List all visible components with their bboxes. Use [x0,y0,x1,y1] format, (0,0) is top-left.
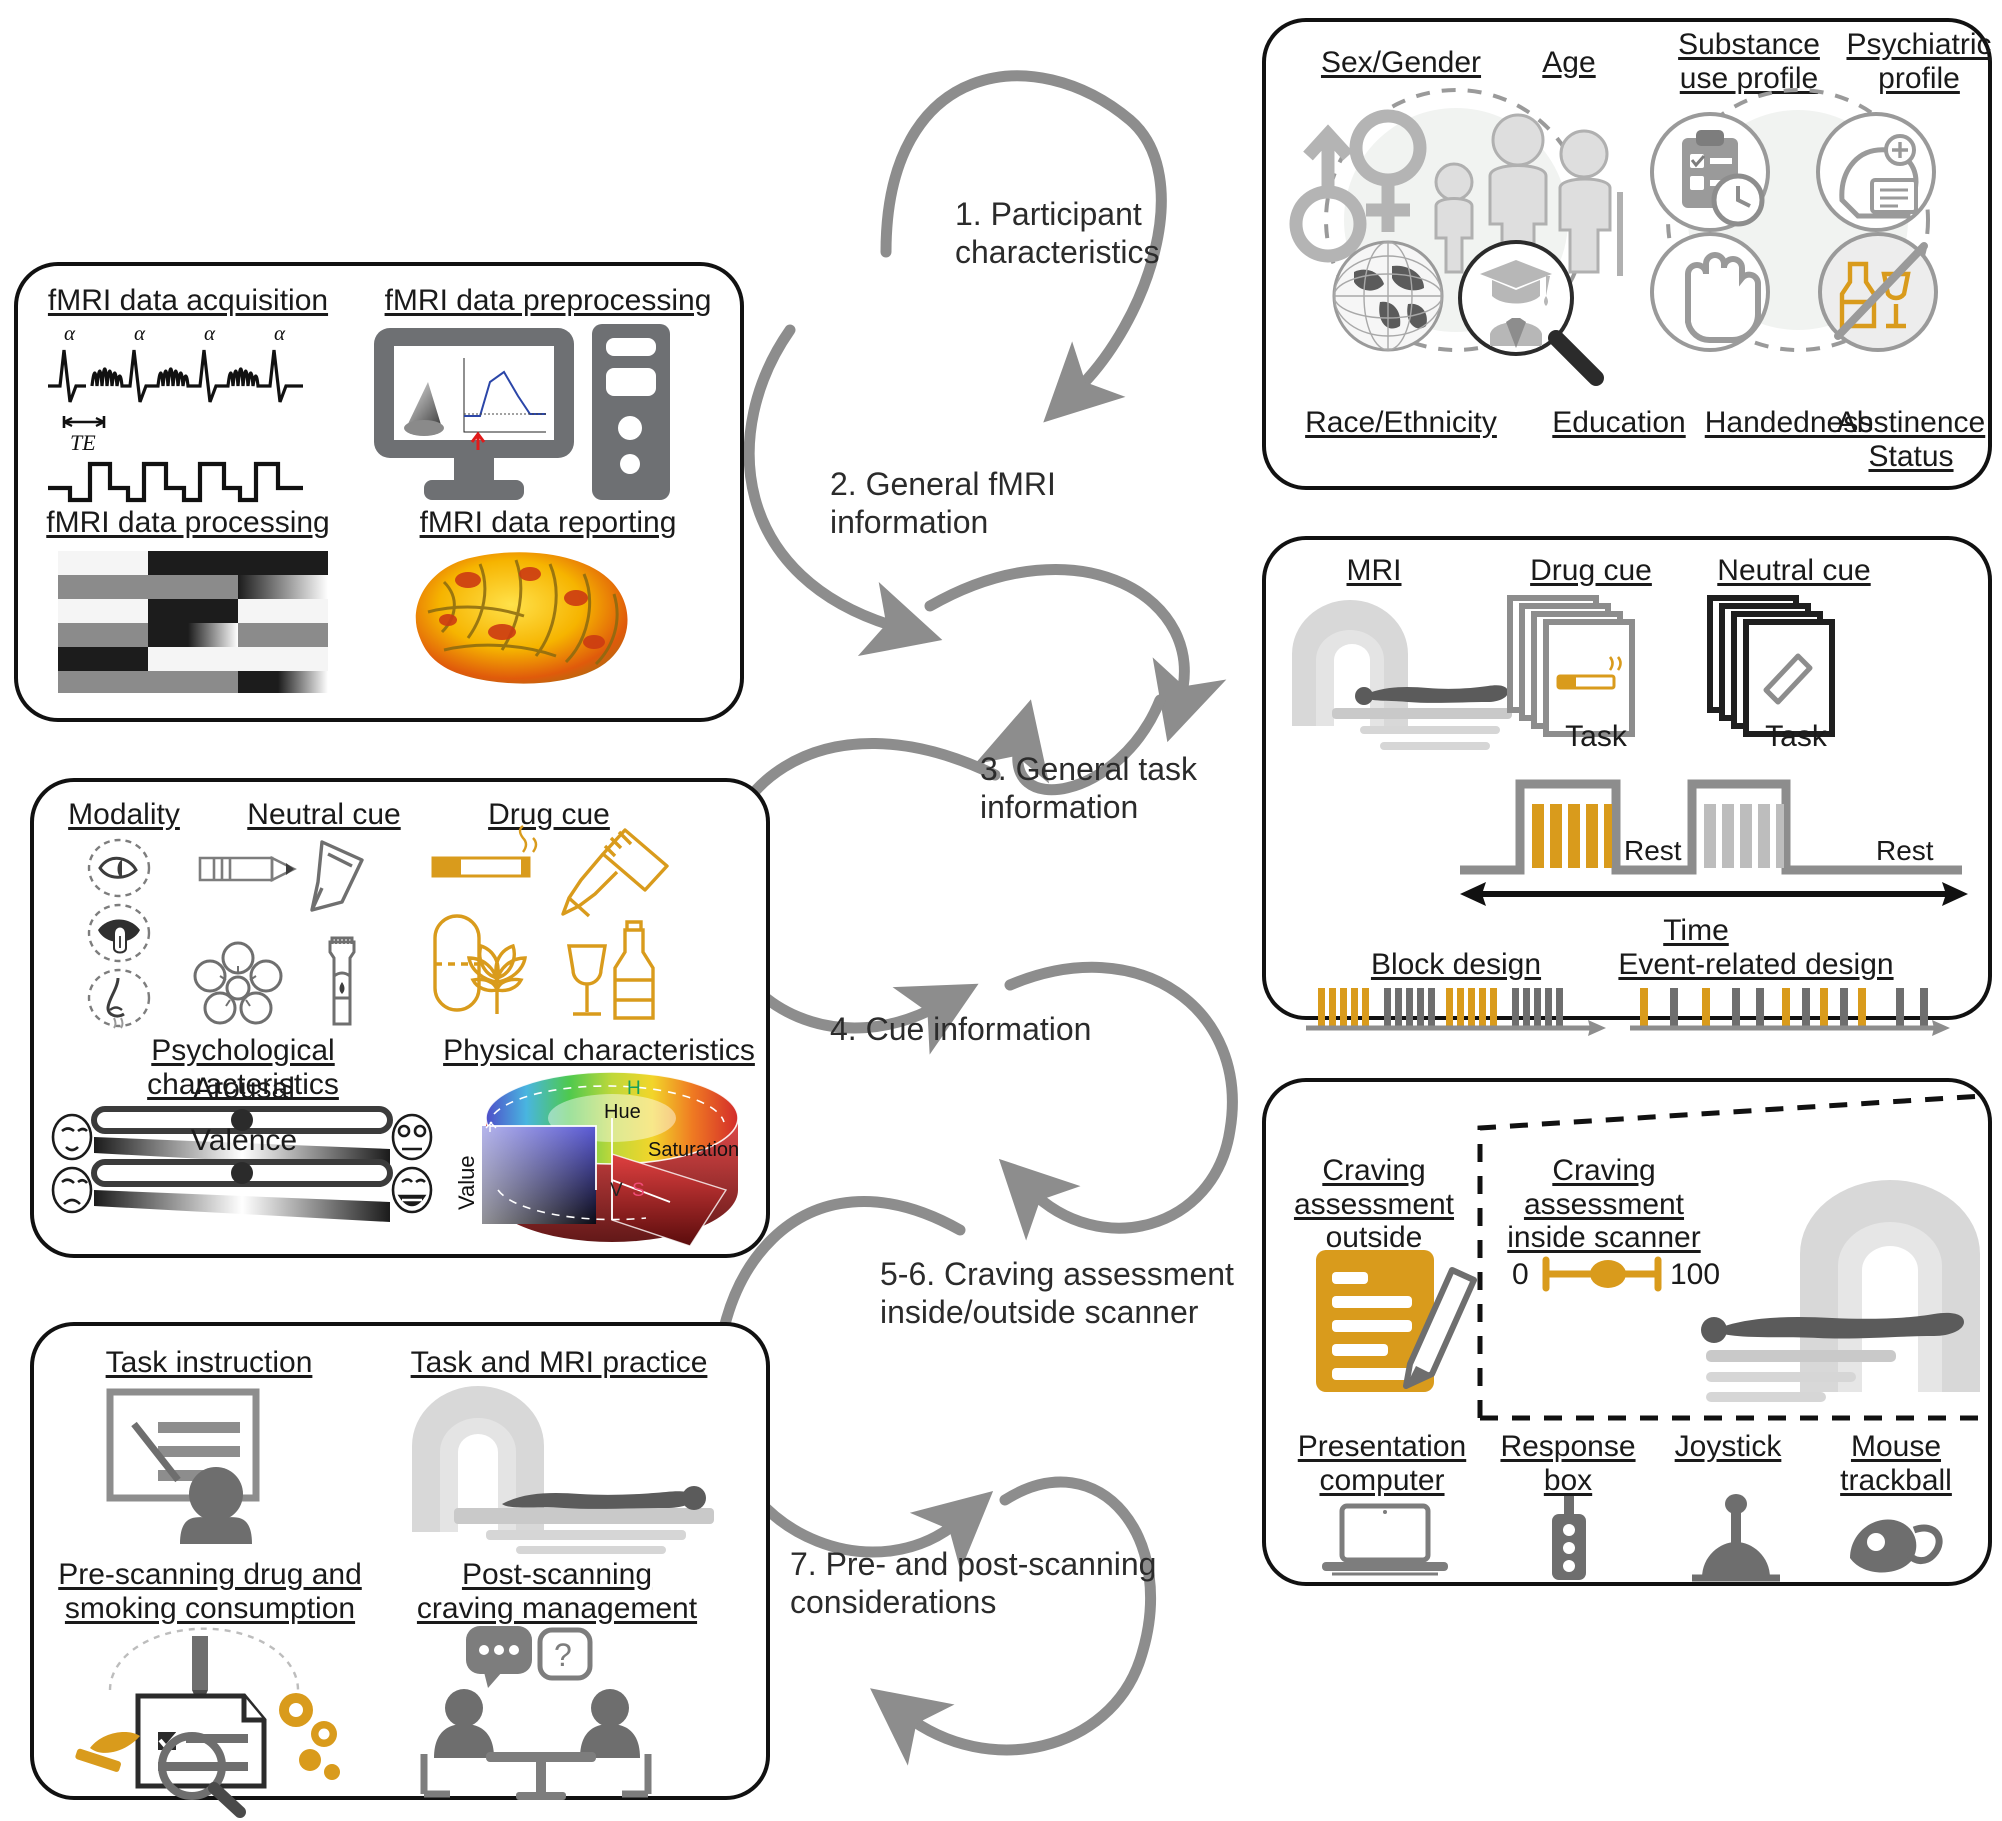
drug-cue-icons-group [431,825,669,1020]
hsv-color-space-graphic: H Hue Saturation S V Value [454,1071,739,1247]
task-drug-cue-heading: Drug cue [1530,554,1652,587]
panel-pre-post-scanning: Task instruction Task and MRI practice P… [30,1322,770,1818]
value-label: Value [454,1155,479,1210]
fmri-brain-render-graphic [415,552,628,684]
substance-use-profile-heading: Substance use profile [1678,28,1820,95]
craving-questionnaire-graphic [1316,1250,1477,1392]
hue-short-label: H [627,1078,641,1099]
fmri-acquisition-graphic: α α α α TE [48,321,303,503]
task-mri-heading: MRI [1346,554,1402,587]
psychiatric-profile-heading: Psychiatric profile [1846,28,1992,95]
post-scanning-heading: Post-scanning craving management [416,1558,698,1625]
task-instruction-graphic [106,1388,260,1544]
pre-scanning-graphic [75,1627,340,1818]
craving-vas-graphic[interactable]: 0 100 [1512,1248,1732,1302]
abstinence-status-heading: Abstinence Status [1836,406,1986,473]
laptop-icon [1322,1503,1448,1576]
flow-step-5-6: 5-6. Craving assessment inside/outside s… [880,1256,1234,1331]
valence-scale-graphic[interactable] [51,1159,433,1232]
svg-text:α: α [204,321,216,345]
task-timeline-graphic: Rest Rest [1460,779,1968,906]
flow-step-1: 1. Participant characteristics [955,196,1160,271]
task-mri-practice-graphic [412,1386,714,1554]
block-design-ticks-graphic [1306,988,1606,1036]
valence-scale-label: Valence [190,1124,298,1157]
pre-scanning-heading: Pre-scanning drug and smoking consumptio… [58,1558,362,1625]
fmri-acquisition-heading: fMRI data acquisition [47,284,329,317]
cue-modality-heading: Modality [68,798,180,831]
drug-cue-stack-graphic [1507,595,1635,737]
svg-text:α: α [274,321,286,345]
svg-text:?: ? [554,1637,572,1673]
svg-text:α: α [134,321,146,345]
panel-cue: Modality Neutral cue Drug cue Psychologi… [30,778,770,1258]
fmri-design-matrix-graphic [58,551,328,693]
cue-physical-heading: Physical characteristics [443,1034,755,1067]
task-mri-practice-heading: Task and MRI practice [410,1346,708,1379]
block-design-label: Block design [1370,948,1542,981]
svg-text:α: α [64,321,76,345]
device-label-response-box: Response box [1500,1430,1636,1497]
fmri-preprocessing-heading: fMRI data preprocessing [384,284,712,317]
craving-inside-heading: Craving assessment inside scanner [1507,1154,1701,1255]
craving-inside-scanner-graphic [1701,1180,1980,1402]
event-design-label: Event-related design [1618,948,1894,981]
flow-step-7: 7. Pre- and post-scanning considerations [790,1546,1157,1621]
saturation-short-label: S [632,1180,645,1201]
vas-min-label: 0 [1512,1258,1529,1291]
task-instruction-heading: Task instruction [105,1346,313,1379]
neutral-cue-stack-graphic [1707,595,1835,737]
value-short-label: V [610,1180,623,1201]
fmri-processing-heading: fMRI data processing [46,506,330,539]
rest-label-2: Rest [1876,835,1934,866]
cue-drug-heading: Drug cue [488,798,610,831]
event-design-ticks-graphic [1630,988,1950,1036]
age-heading: Age [1542,46,1596,79]
neutral-cue-icons-group [193,840,364,1026]
sex-gender-heading: Sex/Gender [1320,46,1482,79]
race-ethnicity-heading: Race/Ethnicity [1305,406,1497,439]
panel-general-task-information: MRI Drug cue Neutral cue + [1262,536,1992,1036]
response-box-icon [1552,1496,1586,1580]
time-axis-label: Time [1663,914,1729,947]
arousal-scale-label: Arousal [193,1072,295,1105]
joystick-icon [1692,1494,1780,1582]
saturation-label: Saturation [648,1139,739,1161]
mouse-trackball-icon [1850,1519,1943,1573]
rest-label-1: Rest [1624,835,1682,866]
drug-task-label: Task [1565,720,1627,753]
te-label: TE [70,430,96,455]
fmri-reporting-heading: fMRI data reporting [419,506,677,539]
modality-icons-group [87,838,151,1029]
panel-participant-characteristics: Sex/Gender Age Substance use profile Psy… [1262,18,1992,490]
device-label-joystick: Joystick [1674,1430,1782,1463]
task-neutral-cue-heading: Neutral cue [1717,554,1871,587]
post-scanning-graphic: ? [420,1626,652,1800]
panel-craving-assessment: Craving assessment outside scanner Cravi… [1262,1078,1992,1586]
neutral-task-label: Task [1765,720,1827,753]
fmri-preprocessing-graphic [374,324,670,500]
flow-step-3: 3. General task information [980,751,1197,826]
panel-fmri: fMRI data acquisition fMRI data preproce… [14,262,744,722]
device-label-mouse-trackball: Mouse trackball [1840,1430,1952,1497]
flow-step-4: 4. Cue information [830,1011,1092,1047]
participant-right-cluster-graphic [1650,88,1938,352]
flow-step-2: 2. General fMRI information [830,466,1056,541]
cue-neutral-heading: Neutral cue [247,798,401,831]
device-label-presentation-computer: Presentation computer [1297,1430,1467,1497]
hue-label: Hue [604,1101,641,1123]
participant-left-cluster-graphic [1289,88,1623,386]
